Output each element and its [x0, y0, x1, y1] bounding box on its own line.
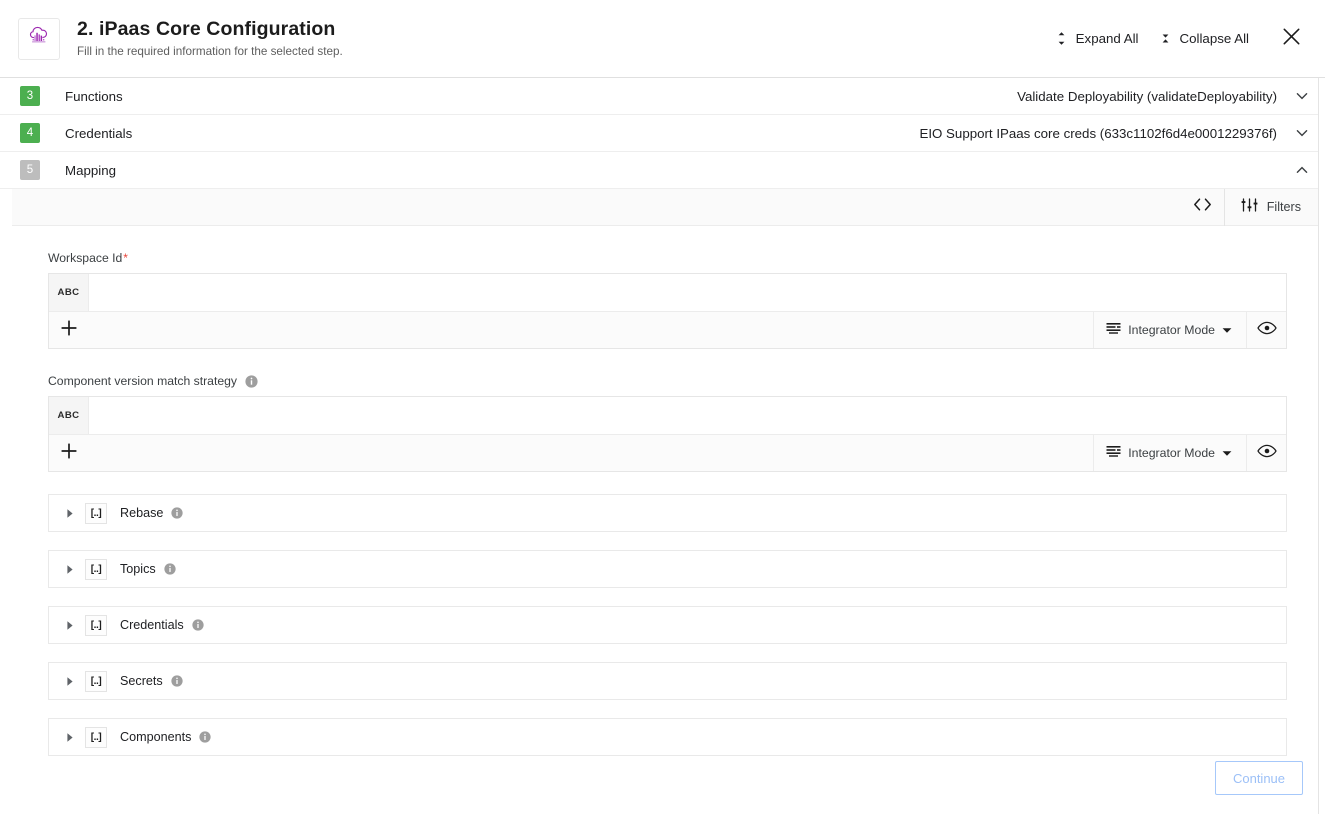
header-actions: Expand All Collapse All	[1045, 25, 1311, 53]
step-label: Mapping	[65, 162, 117, 178]
step-badge: 5	[20, 160, 40, 180]
grid-footer-row: Integrator Mode	[49, 435, 1286, 471]
mapping-toolbar: Filters	[12, 188, 1319, 226]
field-label-component-version-match-strategy: Component version match strategy	[48, 374, 1287, 388]
close-icon	[1282, 27, 1301, 51]
caret-right-icon[interactable]	[63, 506, 77, 520]
integrator-mode-dropdown[interactable]: Integrator Mode	[1093, 312, 1246, 348]
filters-button[interactable]: Filters	[1225, 189, 1319, 226]
chevron-down-icon[interactable]	[1293, 87, 1311, 105]
info-icon[interactable]	[171, 675, 183, 687]
dialog-header: 2. iPaas Core Configuration Fill in the …	[0, 0, 1325, 78]
cloud-city-icon	[26, 23, 52, 54]
type-badge-abc: ABC	[49, 274, 89, 311]
grid-footer-row: Integrator Mode	[49, 312, 1286, 348]
eye-icon	[1256, 444, 1277, 463]
step-value: EIO Support IPaas core creds (633c1102f6…	[919, 125, 1277, 141]
expand-all-label: Expand All	[1075, 31, 1139, 46]
step-label: Functions	[65, 88, 123, 104]
info-icon[interactable]	[192, 619, 204, 631]
array-row-credentials[interactable]: [..] Credentials	[48, 606, 1287, 644]
info-icon[interactable]	[245, 374, 258, 388]
caret-right-icon[interactable]	[63, 618, 77, 632]
type-badge-array: [..]	[85, 670, 107, 692]
list-lines-icon	[1106, 322, 1121, 338]
page-subtitle: Fill in the required information for the…	[77, 45, 343, 59]
type-badge-array: [..]	[85, 614, 107, 636]
chevron-down-icon[interactable]	[1293, 124, 1311, 142]
ipaas-core-configuration-dialog: 2. iPaas Core Configuration Fill in the …	[0, 0, 1325, 814]
caret-down-icon	[1222, 446, 1232, 460]
eye-icon	[1256, 321, 1277, 340]
unfold-less-icon	[1159, 31, 1172, 46]
type-badge-array: [..]	[85, 558, 107, 580]
list-lines-icon	[1106, 445, 1121, 461]
page-title: 2. iPaas Core Configuration	[77, 17, 336, 40]
caret-right-icon[interactable]	[63, 674, 77, 688]
plus-icon	[60, 442, 78, 465]
accordion-step-functions[interactable]: 3 Functions Validate Deployability (vali…	[0, 78, 1325, 115]
array-row-label: Secrets	[120, 674, 163, 688]
field-label-text: Workspace Id	[48, 251, 123, 265]
array-row-topics[interactable]: [..] Topics	[48, 550, 1287, 588]
required-asterisk: *	[123, 251, 128, 265]
collapse-all-button[interactable]: Collapse All	[1149, 25, 1259, 52]
vertical-scrollbar[interactable]	[1318, 78, 1325, 814]
accordion-step-mapping[interactable]: 5 Mapping	[0, 152, 1325, 189]
field-label-text: Component version match strategy	[48, 374, 237, 388]
preview-toggle-button[interactable]	[1246, 435, 1286, 471]
app-logo	[18, 17, 60, 60]
header-text-block: 2. iPaas Core Configuration Fill in the …	[77, 18, 1045, 59]
caret-right-icon[interactable]	[63, 562, 77, 576]
value-input-component-version-match-strategy[interactable]	[89, 397, 1286, 434]
tune-sliders-icon	[1241, 198, 1258, 216]
grid-header-row: ABC	[49, 397, 1286, 435]
code-brackets-icon	[1193, 197, 1212, 217]
unfold-more-icon	[1055, 31, 1068, 46]
code-view-button[interactable]	[1181, 188, 1225, 226]
add-row-button[interactable]	[49, 312, 89, 348]
integrator-mode-dropdown[interactable]: Integrator Mode	[1093, 435, 1246, 471]
collapse-all-label: Collapse All	[1179, 31, 1249, 46]
step-badge: 3	[20, 86, 40, 106]
mapping-body: Workspace Id * ABC Integrator Mode Compo…	[0, 251, 1325, 756]
grid-header-row: ABC	[49, 274, 1286, 312]
value-input-workspace-id[interactable]	[89, 274, 1286, 311]
close-button[interactable]	[1277, 25, 1305, 53]
field-grid-component-version-match-strategy: ABC Integrator Mode	[48, 396, 1287, 472]
array-row-label: Credentials	[120, 618, 184, 632]
dialog-footer: Continue	[0, 742, 1325, 814]
step-label: Credentials	[65, 125, 133, 141]
integrator-mode-label: Integrator Mode	[1128, 323, 1215, 337]
type-badge-array: [..]	[85, 502, 107, 524]
array-row-secrets[interactable]: [..] Secrets	[48, 662, 1287, 700]
type-badge-abc: ABC	[49, 397, 89, 434]
step-value: Validate Deployability (validateDeployab…	[1017, 88, 1277, 104]
expand-all-button[interactable]: Expand All	[1045, 25, 1149, 52]
step-badge: 4	[20, 123, 40, 143]
add-row-button[interactable]	[49, 435, 89, 471]
array-row-label: Topics	[120, 562, 156, 576]
info-icon[interactable]	[164, 563, 176, 575]
plus-icon	[60, 319, 78, 342]
chevron-up-icon[interactable]	[1293, 161, 1311, 179]
array-row-rebase[interactable]: [..] Rebase	[48, 494, 1287, 532]
grid-footer-spacer	[89, 435, 1093, 471]
accordion-step-credentials[interactable]: 4 Credentials EIO Support IPaas core cre…	[0, 115, 1325, 152]
info-icon[interactable]	[171, 507, 184, 519]
integrator-mode-label: Integrator Mode	[1128, 446, 1215, 460]
array-row-label: Rebase	[120, 506, 164, 520]
continue-button[interactable]: Continue	[1215, 761, 1303, 795]
field-grid-workspace-id: ABC Integrator Mode	[48, 273, 1287, 349]
filters-label: Filters	[1266, 200, 1301, 214]
field-label-workspace-id: Workspace Id *	[48, 251, 1287, 265]
caret-down-icon	[1222, 323, 1232, 337]
grid-footer-spacer	[89, 312, 1093, 348]
preview-toggle-button[interactable]	[1246, 312, 1286, 348]
